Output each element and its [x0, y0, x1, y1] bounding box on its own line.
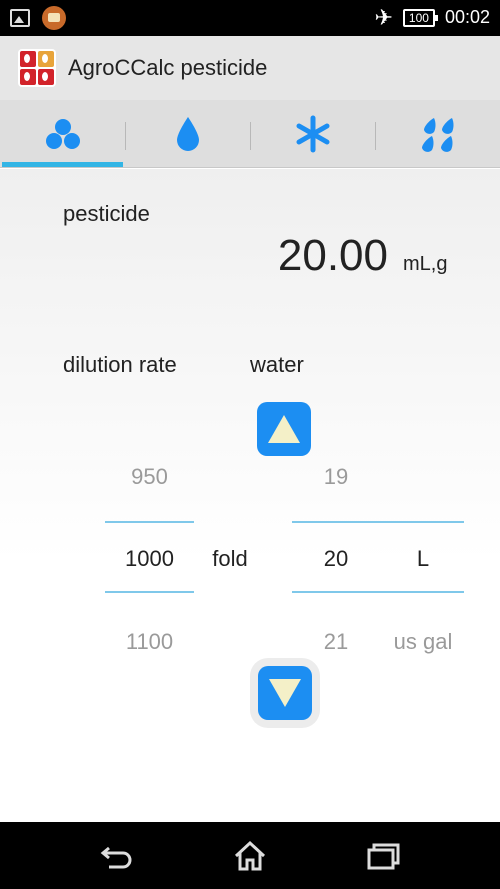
- increment-button[interactable]: [257, 402, 311, 456]
- water-unit-next[interactable]: us gal: [380, 629, 466, 655]
- dilution-current-value[interactable]: 1000: [105, 546, 194, 572]
- clock: 00:02: [444, 7, 490, 27]
- water-selector-top-line: [292, 521, 464, 523]
- water-label: water: [250, 352, 304, 377]
- agroccalc-logo: [18, 49, 56, 87]
- pesticide-label: pesticide: [63, 201, 150, 226]
- dilution-selector-top-line: [105, 521, 194, 523]
- pesticide-dots-icon: [45, 118, 80, 149]
- app-title: AgroCCalc pesticide: [68, 55, 268, 80]
- water-next-value[interactable]: 21: [292, 629, 380, 655]
- dilution-selector-bottom-line: [105, 591, 194, 593]
- water-prev-value[interactable]: 19: [292, 464, 380, 490]
- dilution-next-value[interactable]: 1100: [105, 629, 194, 655]
- tab-asterisk[interactable]: [250, 100, 375, 167]
- pesticide-amount: 20.00: [277, 231, 388, 280]
- water-selector-bottom-line: [292, 591, 464, 593]
- decrement-button[interactable]: [258, 666, 312, 720]
- dilution-unit-label: fold: [212, 546, 248, 571]
- water-drop-icon: [176, 116, 199, 151]
- tab-water[interactable]: [125, 100, 250, 167]
- pesticide-unit: mL,g: [403, 253, 448, 275]
- dilution-rate-label: dilution rate: [63, 352, 177, 377]
- tab-pesticide[interactable]: [0, 100, 125, 167]
- system-nav-bar: [0, 822, 500, 889]
- recent-apps-icon[interactable]: [365, 840, 401, 872]
- battery-icon: 100: [402, 8, 438, 27]
- triangle-up-icon: [268, 415, 300, 443]
- home-icon[interactable]: [232, 840, 268, 872]
- back-icon[interactable]: [99, 840, 135, 872]
- action-bar: AgroCCalc pesticide: [0, 36, 500, 100]
- water-unit-current[interactable]: L: [382, 546, 464, 572]
- app-notification-icon: [42, 6, 66, 30]
- calculator-panel: pesticide 20.00 mL,g dilution rate water…: [0, 169, 500, 822]
- tab-bar: [0, 100, 500, 168]
- triangle-down-icon: [269, 679, 301, 707]
- status-bar: ✈ 100 00:02: [0, 0, 500, 36]
- dilution-prev-value[interactable]: 950: [105, 464, 194, 490]
- spray-drops-icon: [421, 117, 453, 152]
- image-icon: [10, 9, 30, 27]
- water-current-value[interactable]: 20: [292, 546, 380, 572]
- airplane-icon: ✈: [374, 4, 393, 30]
- asterisk-icon: [296, 115, 329, 152]
- tab-spray[interactable]: [375, 100, 500, 167]
